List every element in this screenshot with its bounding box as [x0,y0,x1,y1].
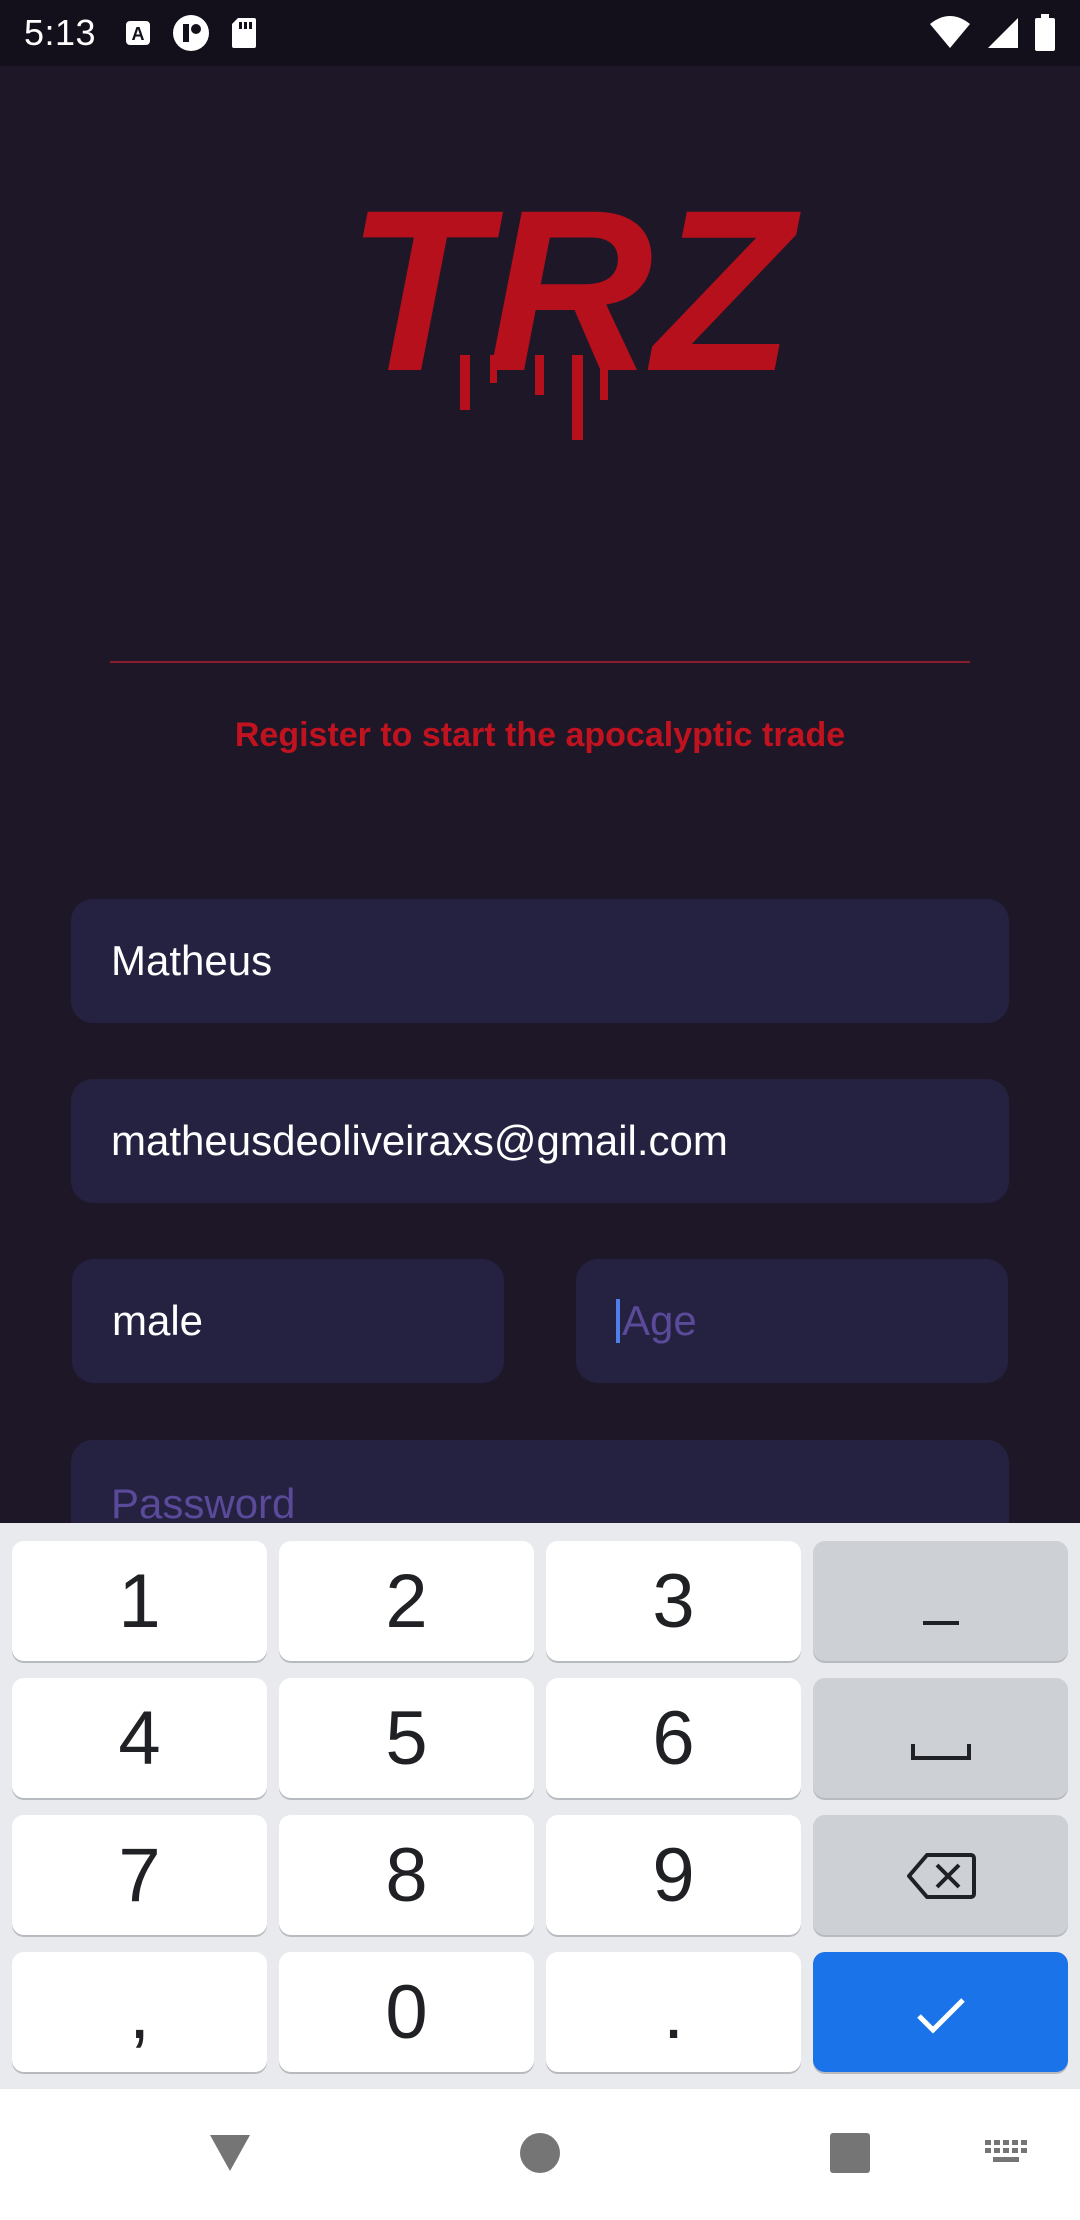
trz-logo: TRZ [310,162,830,465]
key-backspace[interactable] [813,1815,1068,1935]
gender-field[interactable]: male [72,1259,504,1383]
key-done[interactable] [813,1952,1068,2072]
battery-icon [1034,14,1056,52]
a-icon: A [124,19,152,47]
key-7[interactable]: 7 [12,1815,267,1935]
numeric-keyboard: 1 2 3 4 5 6 7 8 9 , 0 . [0,1523,1080,2089]
home-icon [519,2132,561,2179]
signal-icon [986,16,1020,50]
email-field[interactable]: matheusdeoliveiraxs@gmail.com [71,1079,1009,1203]
key-3[interactable]: 3 [546,1541,801,1661]
status-time: 5:13 [24,12,97,53]
check-icon [913,1969,969,2056]
back-icon [206,2131,254,2180]
key-comma[interactable]: , [12,1952,267,2072]
navigation-bar [0,2089,1080,2220]
age-field[interactable]: Age [576,1259,1008,1383]
key-4[interactable]: 4 [12,1678,267,1798]
key-5[interactable]: 5 [279,1678,534,1798]
key-space[interactable] [813,1678,1068,1798]
gender-field-value: male [112,1297,204,1344]
key-minus[interactable] [813,1541,1068,1661]
status-bar: 5:13 A [0,0,1080,66]
backspace-icon [905,1832,977,1919]
minus-icon [921,1558,961,1645]
text-cursor [616,1299,620,1343]
key-8[interactable]: 8 [279,1815,534,1935]
divider [110,661,970,663]
key-period[interactable]: . [546,1952,801,2072]
recents-icon [829,2132,871,2179]
back-button[interactable] [200,2125,260,2185]
key-1[interactable]: 1 [12,1541,267,1661]
recents-button[interactable] [820,2125,880,2185]
wifi-icon [928,16,972,50]
home-button[interactable] [510,2125,570,2185]
sd-card-icon [230,16,258,50]
key-0[interactable]: 0 [279,1952,534,2072]
email-field-value: matheusdeoliveiraxs@gmail.com [111,1117,728,1164]
tagline: Register to start the apocalyptic trade [234,716,846,754]
notification-app-icon [172,14,210,52]
space-icon [909,1695,973,1782]
svg-text:A: A [132,24,145,44]
password-field-placeholder: Password [111,1480,296,1527]
keyboard-switch-button[interactable] [980,2125,1032,2185]
name-field-value: Matheus [111,937,273,984]
name-field[interactable]: Matheus [71,899,1009,1023]
age-field-placeholder: Age [622,1297,697,1344]
key-6[interactable]: 6 [546,1678,801,1798]
keyboard-switch-icon [983,2138,1029,2173]
key-2[interactable]: 2 [279,1541,534,1661]
key-9[interactable]: 9 [546,1815,801,1935]
